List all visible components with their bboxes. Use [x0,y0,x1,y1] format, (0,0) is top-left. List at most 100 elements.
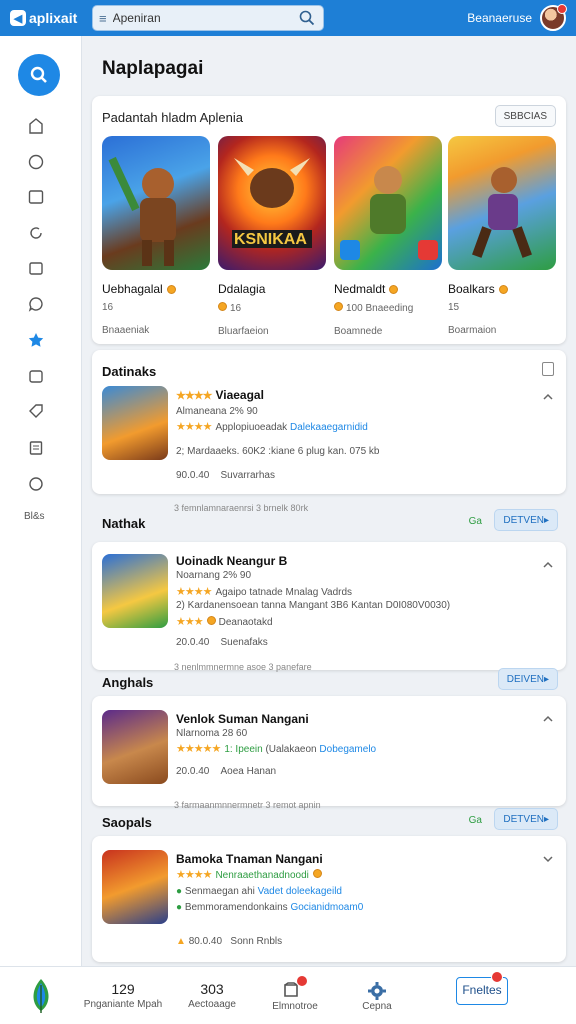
rating-stars: ★★★★ [176,390,212,402]
bottom-item-actions[interactable]: 303 Aectoaage [182,981,242,1010]
search-icon [299,10,315,26]
featured-app-name: Ddalagia [218,282,266,296]
bottom-bar: 129 Pnganiante Mpah 303 Aectoaage Elmnot… [0,966,576,1024]
chevron-down-icon[interactable] [542,852,554,864]
sidebar-search-button[interactable] [18,54,60,96]
avatar[interactable] [540,4,567,31]
app-size: Sonn Rnbls [230,936,283,947]
section-header: Saopals [102,815,152,830]
rating-stars: ★★★★★ [176,743,221,755]
app-tagline: Agaipo tatnade Mnalag Vadrds [215,587,353,598]
bottom-item-number: 129 [111,981,135,997]
image-icon [28,190,44,204]
featured-app-subtitle: Boamnede [334,326,383,337]
app-meta: Noarnang 2% 90 [176,570,252,581]
featured-app-artwork: KSNIKAA [218,136,326,270]
section-header: Datinaks [102,364,157,379]
featured-app-subtitle: Bnaaeniak [102,325,150,336]
app-meta: Nlarnoma 28 60 [176,728,248,739]
sidebar-item-calendar[interactable] [26,366,46,386]
section-note: 3 femnlamnaraenrsi 3 brnelk 80rk [174,503,309,513]
app-name[interactable]: Uoinadk Neangur B [176,554,287,568]
developer-link[interactable]: Dobegamelo [319,744,376,755]
chevron-up-icon[interactable] [542,712,554,724]
sidebar-item-library[interactable] [26,258,46,278]
sidebar-item-favorites[interactable] [26,330,46,350]
app-icon[interactable] [102,710,168,784]
sidebar-item-messages[interactable] [26,294,46,314]
featured-app-name: Boalkars [448,282,495,296]
soldier-artwork-icon [340,166,438,260]
sidebar-item-history[interactable] [26,474,46,494]
leaf-logo-icon[interactable] [28,977,54,1020]
notification-badge [557,4,567,14]
bottom-item-label: Pnganiante Mpah [83,999,163,1010]
app-size: Suvarrarhas [220,470,275,481]
app-icon[interactable] [102,386,168,460]
developer-link[interactable]: Vadet doleekageild [258,886,342,897]
go-link[interactable]: Ga [469,516,482,527]
featured-app-1[interactable]: Uebhagalal 16 Bnaaeniak [102,136,210,336]
see-all-button[interactable]: SBBCIAS [494,105,556,127]
open-button[interactable]: DEIVEN▸ [497,668,558,690]
app-name[interactable]: Venlok Suman Nangani [176,712,309,726]
coin-icon [498,284,508,294]
app-name[interactable]: Viaeagal [215,388,263,402]
bottom-item-stats[interactable]: 129 Pnganiante Mpah [68,981,178,1010]
rating-stars: ★★★ [176,616,204,628]
notification-badge [491,971,503,983]
gear-icon [368,982,386,1000]
user-area: Beanaeruse [467,4,567,31]
section-note: 3 nenlmmnermne asoe 3 panefare [174,662,312,672]
notification-badge [296,975,308,987]
sidebar-item-home[interactable] [26,116,46,136]
app-version: 90.0.40 [176,470,210,481]
open-button[interactable]: DETVEN▸ [494,509,558,531]
open-button[interactable]: DETVEN▸ [494,808,558,830]
sidebar-item-images[interactable] [26,187,46,207]
bottom-item-settings[interactable]: Cepna [352,981,402,1012]
featured-app-rating: 100 Bnaeeding [346,303,414,314]
featured-app-4[interactable]: Boalkars 15 Boarmaion [448,136,556,336]
go-link[interactable]: Ga [469,815,482,826]
developer-link[interactable]: Gocianidmoam0 [290,902,363,913]
featured-app-artwork [334,136,442,270]
app-meta: Almaneana 2% 90 [176,406,258,417]
search-button[interactable] [297,8,317,28]
featured-app-2[interactable]: KSNIKAA Ddalagia 16 Bluarfaeion [218,136,326,337]
search-bar[interactable]: ≡ [92,5,324,31]
chat-icon [28,154,44,170]
developer-link[interactable]: Dalekaaegarnidid [290,422,368,433]
app-icon[interactable] [102,850,168,924]
section-card: Venlok Suman Nangani Nlarnoma 28 60 ★★★★… [92,696,566,806]
featured-app-rating: 16 [102,302,114,313]
bottom-item-notifications[interactable]: Elmnotroe [264,975,326,1012]
refresh-icon [30,227,42,239]
username[interactable]: Beanaeruse [467,11,532,25]
app-name[interactable]: Bamoka Tnaman Nangani [176,852,323,866]
search-input[interactable] [112,11,297,25]
featured-app-artwork [102,136,210,270]
folder-icon [29,262,43,275]
sidebar-item-chat[interactable] [26,152,46,172]
coin-icon [334,302,343,311]
bookmark-icon[interactable] [542,362,554,376]
chevron-up-icon[interactable] [542,390,554,402]
sidebar-bottom-label[interactable]: Bl&s [24,511,45,522]
app-logo[interactable]: ◀ aplixait [10,10,88,26]
sidebar-item-tags[interactable] [26,401,46,421]
sidebar-item-updates[interactable] [26,223,46,243]
app-icon[interactable] [102,554,168,628]
bottom-item-number: Fneltes [462,983,502,997]
search-prefix-icon: ≡ [99,10,107,26]
chevron-up-icon[interactable] [542,558,554,570]
rating-stars: ★★★★ [176,586,212,598]
sidebar-item-documents[interactable] [26,438,46,458]
rating-stars: ★★★★ [176,869,212,881]
message-icon [28,297,43,312]
featured-app-3[interactable]: Nedmaldt 100 Bnaeeding Boamnede [334,136,442,337]
bottom-item-favorites[interactable]: Fneltes [456,971,508,1005]
clock-icon [29,477,43,491]
coin-icon [389,284,399,294]
app-version: 20.0.40 [176,766,210,777]
